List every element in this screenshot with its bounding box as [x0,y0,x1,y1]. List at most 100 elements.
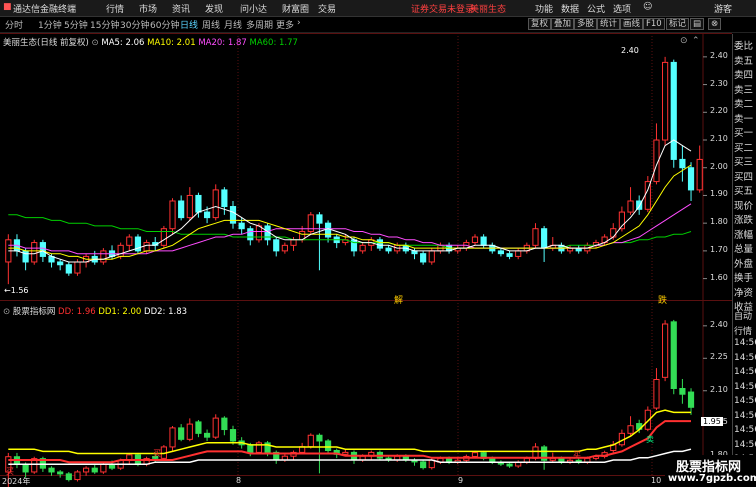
jie-marker: 解 [394,296,404,306]
candle-body [610,228,617,238]
quote-field-label: 卖五 [734,55,754,67]
candle-body [31,242,38,263]
tf-monthly[interactable]: 月线 [224,18,242,31]
indicator-bar [471,452,479,457]
diejia-button[interactable]: 叠加 [551,18,575,30]
tick-time-label: 14:56 [734,381,756,392]
candle-body [385,247,392,252]
candle-body [39,242,46,257]
quote-field-label: 买二 [734,142,754,154]
tf-daily[interactable]: 日线 [180,18,198,31]
menu-faxian[interactable]: 发现 [205,2,223,15]
quote-panel: 委比 卖五 卖四 卖三 卖二 卖一 买一 买二 买三 买四 买五 现价 涨跌 涨幅 总量 外盘 换手 净资 收益 自动… [732,34,756,487]
indicator-bar [74,471,81,481]
candle-body [126,236,133,246]
candle-body [169,200,176,230]
tf-30min[interactable]: 30分钟 [120,18,149,31]
tick-time-label: 14:56 [734,425,756,435]
tf-weekly[interactable]: 周线 [202,18,220,31]
candle-body [376,239,384,249]
duogu-button[interactable]: 多股 [574,18,598,30]
menu-shichang[interactable]: 市场 [139,2,157,15]
candle-body [670,61,677,160]
candle-body [255,225,263,241]
huaxian-button[interactable]: 画线 [620,18,644,30]
tf-60min[interactable]: 60分钟 [150,18,179,31]
quote-field-label: 卖二 [734,99,754,110]
app-logo-icon: ■ [3,2,12,12]
tf-1min[interactable]: 1分钟 [38,18,62,31]
close-icon[interactable]: ⊗ [708,18,722,30]
candle-body [74,261,81,274]
candle-body [100,250,107,263]
candle-body [662,61,669,141]
stock-tab[interactable]: 美丽生态 [470,2,506,15]
indicator-bar [316,434,323,442]
quote-field-label: 买三 [734,157,754,168]
indicator-y-tick-label: 2.10 [710,384,728,394]
candle-body [281,244,288,252]
login-notice[interactable]: 证券交易未登录 [411,2,474,15]
menu-jiaoyi[interactable]: 交易 [318,2,336,15]
ma5-line [8,139,692,263]
watermark-url: www.7gpzb.com [668,473,756,484]
quote-field-label: 总量 [734,244,754,255]
tongji-button[interactable]: 统计 [597,18,621,30]
candle-body [324,222,332,238]
menu-hangqing[interactable]: 行情 [106,2,124,15]
menu-shuju[interactable]: 数据 [561,2,579,15]
indicator-bar [212,417,219,438]
more-chevron-icon[interactable]: › [297,18,301,28]
buy-marker: 买 [573,451,581,460]
candle-body [203,211,211,219]
menu-gongneng[interactable]: 功能 [535,2,553,15]
indicator-bar [679,388,686,395]
tf-fenshi[interactable]: 分时 [5,18,23,31]
y-tick-label: 2.20 [710,106,728,116]
menu-zixun[interactable]: 资讯 [172,2,190,15]
buy-marker: 买 [153,449,161,458]
candle-body [679,158,686,169]
menu-bar: ■ 通达信金融终端 行情 市场 资讯 发现 问小达 财富圈 交易 证券交易未登录… [0,0,756,17]
menu-xuanxiang[interactable]: 选项 [613,2,631,15]
candle-body [290,239,297,246]
menu-gongshi[interactable]: 公式 [587,2,605,15]
menu-caifuquan[interactable]: 财富圈 [282,2,309,15]
quote-field-label: 委比 [734,41,754,52]
fuquan-button[interactable]: 复权 [528,18,552,30]
indicator-bar [186,423,193,440]
bottom-separator [0,475,732,476]
f10-button[interactable]: F10 [643,18,665,30]
candle-body [65,264,72,274]
toolbar-menu-icon[interactable]: ▤ [690,18,705,30]
watermark: 股票指标网 www.7gpzb.com [665,455,756,487]
indicator-bar [100,463,107,473]
tick-time-label: 14:56 [734,352,756,363]
menu-wenxiaoda[interactable]: 问小达 [240,2,267,15]
candle-body [420,253,427,263]
tf-5min[interactable]: 5分钟 [64,18,88,31]
quote-field-label: 买四 [734,171,754,183]
tf-15min[interactable]: 15分钟 [90,18,119,31]
candle-body [532,228,539,246]
tf-more[interactable]: 更多 [276,18,294,31]
user-icon[interactable]: ☺ [643,2,652,12]
candle-body [350,239,358,252]
indicator-bar [22,463,29,473]
chart-area[interactable] [0,33,732,487]
x-label-aug: 8 [236,476,242,485]
tf-multi[interactable]: 多周期 [246,18,273,31]
quote-field-label: 卖四 [734,70,754,81]
indicator-bar [65,473,72,481]
candle-body [178,200,185,219]
indicator-bar [653,378,660,409]
user-label[interactable]: 游客 [714,2,732,15]
tick-time-label: 14:56 [734,367,756,377]
biaoji-button[interactable]: 标记 [666,18,690,30]
candle-body [238,222,245,230]
candle-body [316,214,323,224]
indicator-bar [627,425,634,434]
dd-line [8,420,691,464]
candle-body [273,239,280,252]
x-label-year: 2024年 [2,477,31,486]
